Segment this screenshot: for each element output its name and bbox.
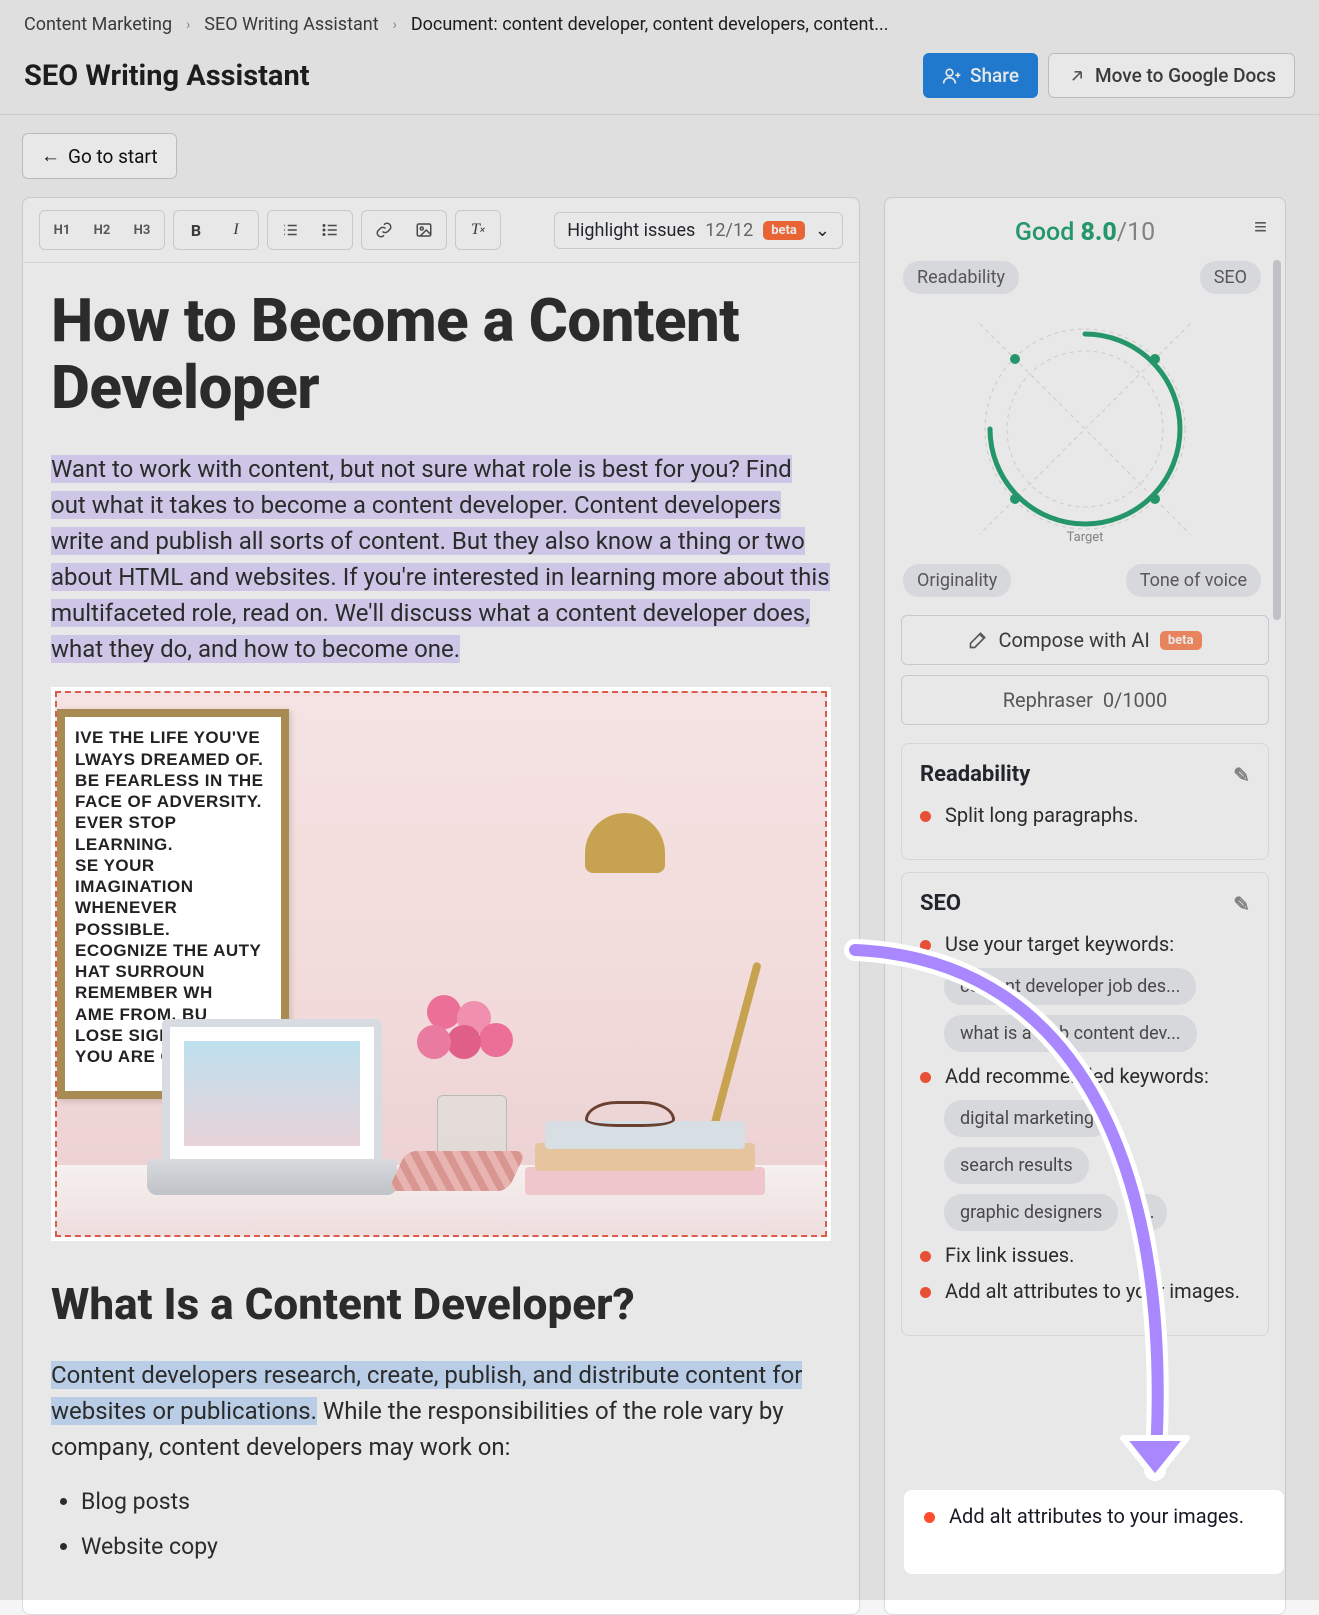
- export-icon: [1067, 66, 1087, 86]
- readability-card: Readability✎ Split long paragraphs.: [901, 743, 1269, 860]
- editor-toolbar: H1 H2 H3 B I T× Highlight issues: [23, 198, 859, 263]
- list-item: Blog posts: [81, 1485, 831, 1520]
- heading2-button[interactable]: H2: [83, 214, 121, 246]
- bold-button[interactable]: B: [177, 214, 215, 246]
- breadcrumb: Content Marketing › SEO Writing Assistan…: [24, 10, 1295, 47]
- link-button[interactable]: [365, 214, 403, 246]
- keyword-chip[interactable]: content developer job des...: [944, 968, 1196, 1005]
- wand-icon: [968, 630, 988, 650]
- beta-badge: beta: [1160, 631, 1202, 650]
- pill-tone[interactable]: Tone of voice: [1126, 564, 1261, 597]
- pencil-icon[interactable]: ✎: [1233, 763, 1250, 787]
- tip-row[interactable]: Split long paragraphs.: [920, 803, 1250, 827]
- doc-h1: How to Become a Content Developer: [51, 287, 831, 421]
- hamburger-icon[interactable]: ≡: [1254, 214, 1267, 240]
- seo-card: SEO✎ Use your target keywords: content d…: [901, 872, 1269, 1336]
- doc-h2: What Is a Content Developer?: [51, 1271, 831, 1337]
- tip-row: Use your target keywords:: [920, 932, 1250, 956]
- move-gdocs-button[interactable]: Move to Google Docs: [1048, 53, 1295, 98]
- breadcrumb-level1[interactable]: Content Marketing: [24, 14, 172, 35]
- document-body[interactable]: How to Become a Content Developer Want t…: [23, 263, 859, 1614]
- rephraser-button[interactable]: Rephraser 0/1000: [901, 675, 1269, 725]
- radar-chart: [960, 304, 1210, 554]
- list-item: Website copy: [81, 1530, 831, 1565]
- ordered-list-button[interactable]: [271, 214, 309, 246]
- keyword-chip[interactable]: what is a web content dev...: [944, 1015, 1197, 1052]
- doc-image-selected[interactable]: IVE THE LIFE YOU'VE LWAYS DREAMED OF. BE…: [51, 687, 831, 1241]
- doc-paragraph: Content developers research, create, pub…: [51, 1357, 831, 1465]
- target-label: Target: [1067, 530, 1104, 545]
- unordered-list-button[interactable]: [311, 214, 349, 246]
- arrow-left-icon: ←: [41, 144, 60, 168]
- pill-originality[interactable]: Originality: [903, 564, 1011, 597]
- compose-ai-button[interactable]: Compose with AI beta: [901, 615, 1269, 665]
- keyword-more[interactable]: ...: [1128, 1194, 1166, 1231]
- tip-row[interactable]: Fix link issues.: [920, 1243, 1250, 1267]
- editor-panel: H1 H2 H3 B I T× Highlight issues: [22, 197, 860, 1615]
- doc-paragraph: Want to work with content, but not sure …: [51, 451, 831, 667]
- clear-format-button[interactable]: T×: [459, 214, 497, 246]
- pencil-icon[interactable]: ✎: [1233, 892, 1250, 916]
- tip-alt-attributes[interactable]: Add alt attributes to your images.: [920, 1279, 1250, 1303]
- share-button[interactable]: Share: [923, 53, 1038, 98]
- tip-row: Add recommended keywords:: [920, 1064, 1250, 1088]
- pill-seo[interactable]: SEO: [1200, 261, 1261, 294]
- pill-readability[interactable]: Readability: [903, 261, 1019, 294]
- page-title: SEO Writing Assistant: [24, 59, 310, 93]
- chevron-right-icon: ›: [393, 17, 397, 33]
- heading3-button[interactable]: H3: [123, 214, 161, 246]
- breadcrumb-current: Document: content developer, content dev…: [411, 14, 889, 35]
- highlight-issues-dropdown[interactable]: Highlight issues 12/12 beta ⌄: [554, 212, 843, 249]
- analysis-panel: ≡ Good 8.0/10 Readability SEO Originalit…: [884, 197, 1286, 1615]
- beta-badge: beta: [763, 221, 805, 240]
- italic-button[interactable]: I: [217, 214, 255, 246]
- heading1-button[interactable]: H1: [43, 214, 81, 246]
- doc-image: IVE THE LIFE YOU'VE LWAYS DREAMED OF. BE…: [57, 693, 825, 1235]
- breadcrumb-level2[interactable]: SEO Writing Assistant: [204, 14, 378, 35]
- highlighted-tip: Add alt attributes to your images.: [908, 1494, 1280, 1570]
- keyword-chip[interactable]: digital marketing: [944, 1100, 1110, 1137]
- keyword-chip[interactable]: graphic designers: [944, 1194, 1118, 1231]
- keyword-chip[interactable]: search results: [944, 1147, 1089, 1184]
- overall-score: Good 8.0/10: [885, 212, 1285, 261]
- user-plus-icon: [942, 66, 962, 86]
- image-button[interactable]: [405, 214, 443, 246]
- doc-list: Blog posts Website copy: [51, 1485, 831, 1564]
- go-to-start-button[interactable]: ← Go to start: [22, 133, 177, 179]
- chevron-right-icon: ›: [186, 17, 190, 33]
- chevron-down-icon: ⌄: [815, 220, 830, 241]
